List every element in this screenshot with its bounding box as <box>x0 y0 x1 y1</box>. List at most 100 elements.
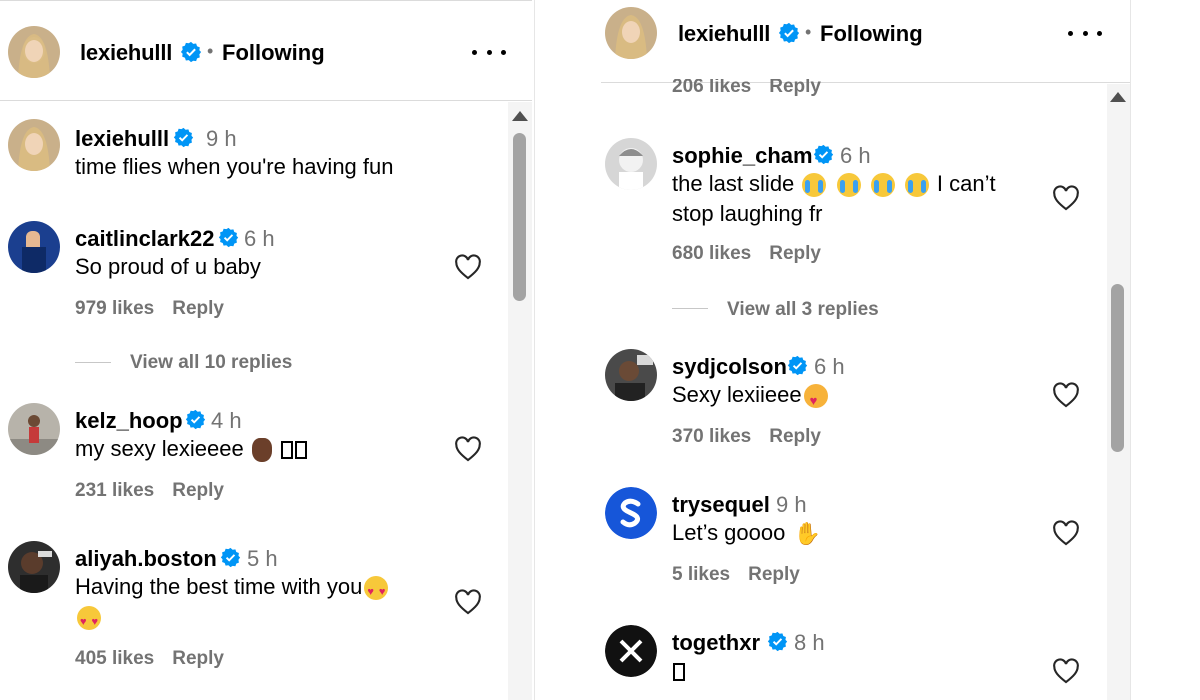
avatar[interactable] <box>605 138 657 190</box>
like-count[interactable]: 979 likes <box>75 298 154 319</box>
comment-username[interactable]: trysequel <box>672 492 770 518</box>
replies-divider <box>672 308 708 309</box>
comment-time: 9 h <box>776 492 807 517</box>
comment-text-row: Having the best time with you <box>75 572 415 637</box>
crying-emoji-icon <box>802 173 827 198</box>
heart-icon[interactable] <box>454 436 482 462</box>
username[interactable]: lexiehulll <box>678 21 770 47</box>
avatar[interactable] <box>605 625 657 677</box>
pointing-emoji-icon <box>251 438 272 463</box>
comment-text: Having the best time with you <box>75 574 363 599</box>
comment-text: Sexy lexiieee <box>672 382 802 407</box>
comment-text-row: my sexy lexieeee <box>75 434 308 464</box>
avatar[interactable] <box>8 26 60 78</box>
crying-emoji-icon <box>870 173 895 198</box>
comment-text: the last slide <box>672 171 795 196</box>
scrollbar-thumb[interactable] <box>513 133 526 301</box>
post-header: lexiehulll • Following <box>0 1 532 101</box>
comment-text-row <box>672 656 686 686</box>
reply-button[interactable]: Reply <box>172 648 224 669</box>
heart-icon[interactable] <box>454 254 482 280</box>
heart-icon[interactable] <box>1052 520 1080 546</box>
comment-username[interactable]: sophie_cham <box>672 143 813 169</box>
like-count[interactable]: 405 likes <box>75 648 154 669</box>
verified-badge-icon <box>767 631 788 652</box>
like-count[interactable]: 231 likes <box>75 480 154 501</box>
like-count[interactable]: 680 likes <box>672 243 751 264</box>
username[interactable]: lexiehulll <box>80 40 172 66</box>
clapping-hands-emoji-icon: ✋ <box>793 521 821 547</box>
verified-badge-icon <box>180 41 202 63</box>
comment-meta: 680 likes Reply <box>672 243 821 265</box>
comment-meta: 979 likes Reply <box>75 298 224 320</box>
heart-icon[interactable] <box>1052 382 1080 408</box>
verified-badge-icon <box>218 227 239 248</box>
comment-time: 8 h <box>794 630 825 655</box>
verified-badge-icon <box>173 127 194 148</box>
more-options-icon[interactable] <box>1068 27 1102 39</box>
reply-button[interactable]: Reply <box>769 426 821 447</box>
heart-eyes-emoji-icon <box>364 576 389 607</box>
avatar[interactable] <box>605 349 657 401</box>
crying-emoji-icon <box>836 173 861 198</box>
separator: • <box>805 22 812 42</box>
post-header: lexiehulll • Following <box>535 0 1130 82</box>
scroll-up-arrow-icon[interactable] <box>1110 92 1126 102</box>
verified-badge-icon <box>778 22 800 44</box>
verified-badge-icon <box>787 355 808 376</box>
comment-time: 6 h <box>244 226 275 251</box>
comment-meta: 231 likes Reply <box>75 480 224 502</box>
verified-badge-icon <box>185 409 206 430</box>
comment-time: 4 h <box>211 408 242 433</box>
reply-button[interactable]: Reply <box>172 480 224 501</box>
following-button[interactable]: Following <box>820 21 923 47</box>
avatar[interactable] <box>8 119 60 171</box>
comment-time: 9 h <box>206 126 237 151</box>
comment-meta: 405 likes Reply <box>75 648 224 670</box>
comment-username[interactable]: caitlinclark22 <box>75 226 214 252</box>
avatar[interactable] <box>8 403 60 455</box>
crying-emoji-icon <box>904 173 929 198</box>
heart-icon[interactable] <box>1052 185 1080 211</box>
comment-text: Let’s goooo <box>672 520 786 545</box>
comment-text: my sexy lexieeee <box>75 436 244 461</box>
like-count[interactable]: 5 likes <box>672 564 730 585</box>
reply-button[interactable]: Reply <box>769 243 821 264</box>
heart-icon[interactable] <box>1052 658 1080 684</box>
comment-time: 6 h <box>814 354 845 379</box>
view-replies-link[interactable]: View all 10 replies <box>130 352 292 374</box>
verified-badge-icon <box>813 144 834 165</box>
smiling-hearts-emoji-icon <box>803 384 828 416</box>
missing-glyph-icon <box>281 441 293 460</box>
comments-panel-left: lexiehulll • Following lexiehulll 9 h ti… <box>0 0 532 700</box>
comment-text-row: Sexy lexiieee <box>672 380 830 416</box>
comment-username[interactable]: sydjcolson <box>672 354 787 380</box>
comment-username[interactable]: aliyah.boston <box>75 546 217 572</box>
avatar[interactable] <box>605 487 657 539</box>
reply-button[interactable]: Reply <box>172 298 224 319</box>
scroll-up-arrow-icon[interactable] <box>512 111 528 121</box>
comment-text-line2: stop laughing fr <box>672 201 823 226</box>
comment-meta: 5 likes Reply <box>672 564 800 586</box>
replies-divider <box>75 362 111 363</box>
partial-comment-meta: 206 likes Reply <box>672 79 821 96</box>
comment-username[interactable]: kelz_hoop <box>75 408 183 434</box>
separator: • <box>207 41 214 61</box>
following-button[interactable]: Following <box>222 40 325 66</box>
avatar[interactable] <box>8 221 60 273</box>
missing-glyph-icon <box>295 441 307 460</box>
like-count[interactable]: 206 likes <box>672 79 751 96</box>
avatar[interactable] <box>605 7 657 59</box>
comment-text: time flies when you're having fun <box>75 154 394 179</box>
avatar[interactable] <box>8 541 60 593</box>
reply-button[interactable]: Reply <box>748 564 800 585</box>
scrollbar-thumb[interactable] <box>1111 284 1124 452</box>
like-count[interactable]: 370 likes <box>672 426 751 447</box>
heart-icon[interactable] <box>454 589 482 615</box>
comment-username[interactable]: lexiehulll <box>75 126 169 152</box>
reply-button[interactable]: Reply <box>769 79 821 96</box>
comment-username[interactable]: togethxr <box>672 630 760 656</box>
view-replies-link[interactable]: View all 3 replies <box>727 299 879 321</box>
more-options-icon[interactable] <box>472 46 506 58</box>
comment-time: 5 h <box>247 546 278 571</box>
